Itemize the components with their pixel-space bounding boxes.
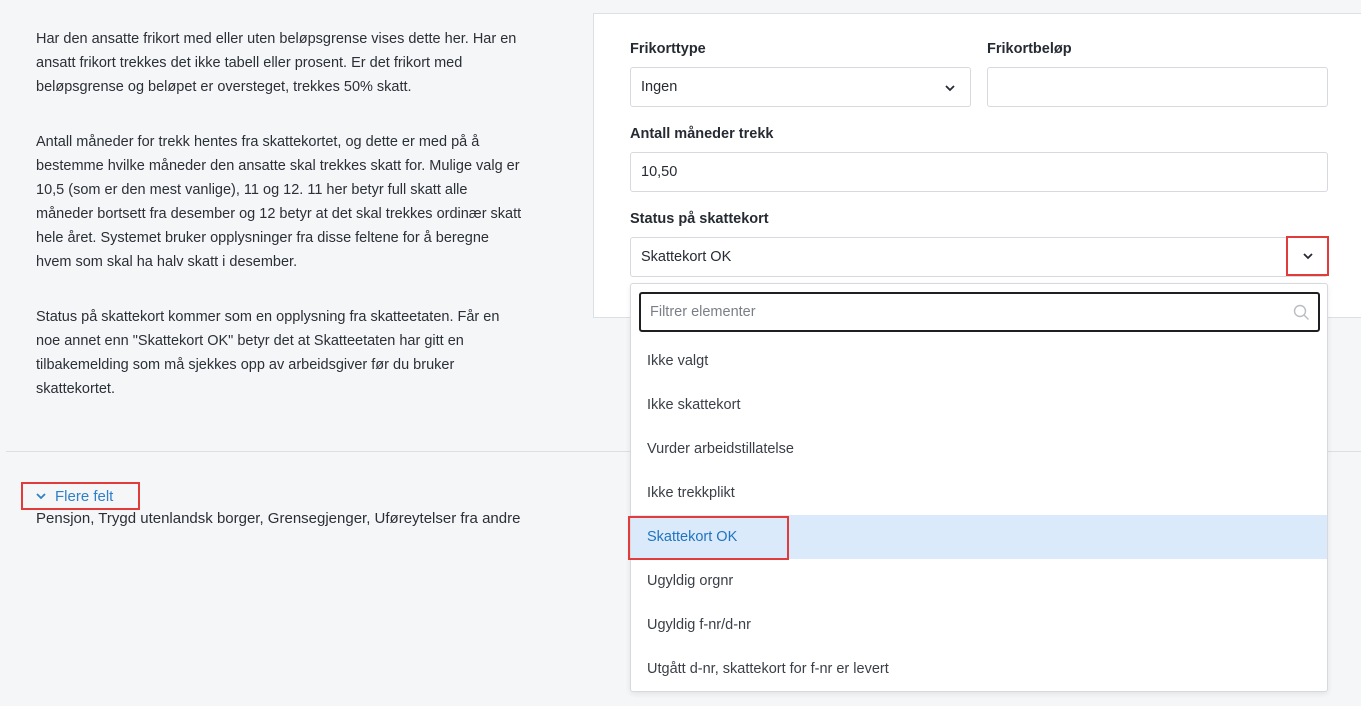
antall-maneder-input[interactable]: 10,50 [630,152,1328,192]
filter-field [639,292,1320,332]
frikorttype-value: Ingen [641,79,678,95]
option-skattekort-ok[interactable]: Skattekort OK [631,515,1327,559]
option-ugyldig-orgnr[interactable]: Ugyldig orgnr [631,559,1327,603]
option-ikke-trekkplikt[interactable]: Ikke trekkplikt [631,471,1327,515]
status-dropdown-menu: Ikke valgt Ikke skattekort Vurder arbeid… [630,283,1328,692]
chevron-down-icon [1302,253,1313,260]
option-ugyldig-fnr-dnr[interactable]: Ugyldig f-nr/d-nr [631,603,1327,647]
help-paragraph-months: Antall måneder for trekk hentes fra skat… [36,134,522,270]
option-ikke-skattekort[interactable]: Ikke skattekort [631,383,1327,427]
search-icon [1293,304,1309,320]
antall-maneder-label: Antall måneder trekk [630,126,774,142]
more-fields-toggle[interactable]: Flere felt [21,482,140,510]
frikortbelop-label: Frikortbeløp [987,41,1072,57]
option-vurder-arbeidstillatelse[interactable]: Vurder arbeidstillatelse [631,427,1327,471]
status-select[interactable]: Skattekort OK [630,237,1328,277]
more-fields-description: Pensjon, Trygd utenlandsk borger, Grense… [36,510,521,527]
filter-input[interactable] [641,294,1281,330]
status-label: Status på skattekort [630,211,769,227]
help-paragraph-frikort: Har den ansatte frikort med eller uten b… [36,31,517,95]
frikorttype-select[interactable]: Ingen [630,67,971,107]
chevron-down-icon [945,85,955,92]
help-text: Har den ansatte frikort med eller uten b… [36,27,526,432]
frikorttype-label: Frikorttype [630,41,706,57]
antall-maneder-value: 10,50 [641,164,678,180]
status-value: Skattekort OK [641,249,732,265]
more-fields-label: Flere felt [55,487,114,505]
status-dropdown-toggle[interactable] [1286,236,1329,276]
option-utgatt-dnr[interactable]: Utgått d-nr, skattekort for f-nr er leve… [631,647,1327,691]
help-paragraph-status: Status på skattekort kommer som en opply… [36,309,500,397]
chevron-down-icon [36,493,46,500]
frikortbelop-input[interactable] [987,67,1328,107]
option-ikke-valgt[interactable]: Ikke valgt [631,339,1327,383]
